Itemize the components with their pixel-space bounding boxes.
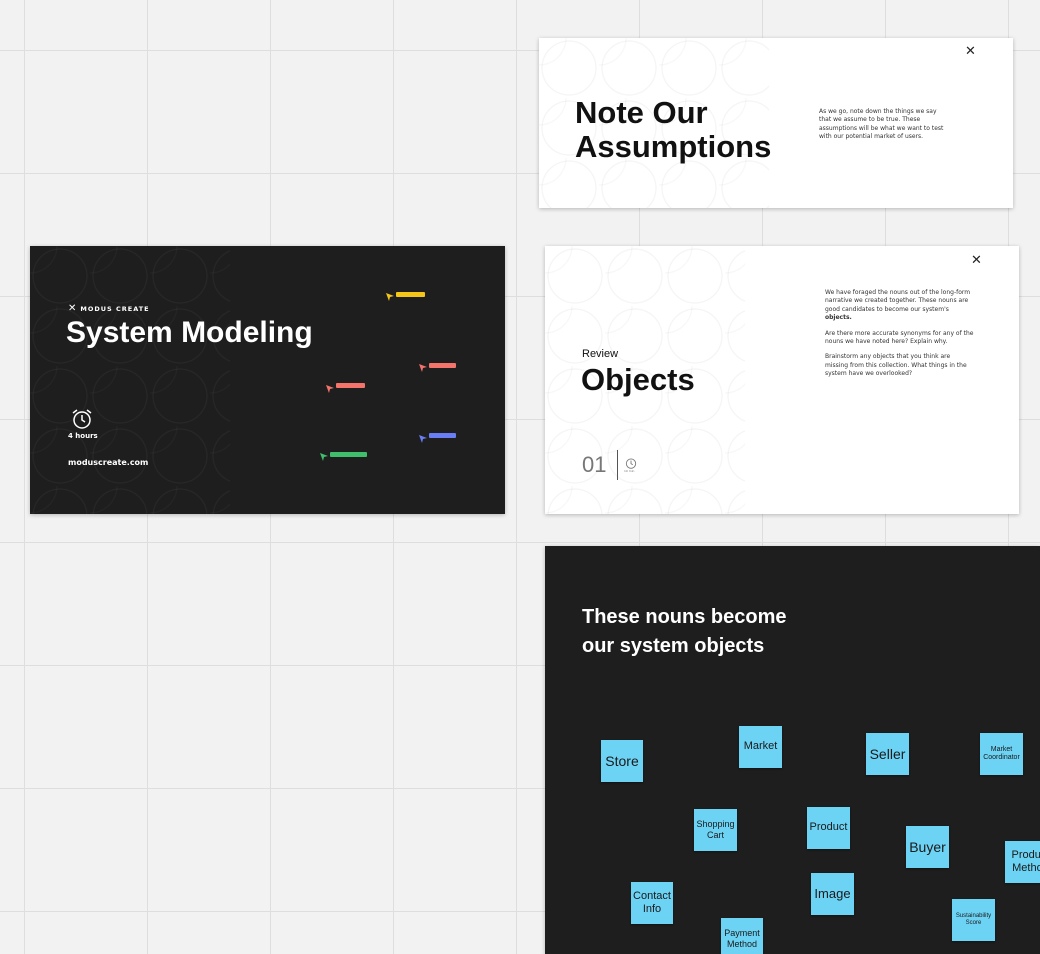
body-line: assumptions will be what we want to test xyxy=(819,124,944,132)
timer-label: 10 min xyxy=(624,469,635,473)
collaborator-name-tag xyxy=(336,383,365,388)
section-number: 01 xyxy=(582,452,607,477)
sticky-note-store[interactable]: Store xyxy=(601,740,643,782)
body-line: missing from this collection. What thing… xyxy=(825,361,967,369)
slide-title-line: our system objects xyxy=(582,635,765,657)
collaborator-cursor xyxy=(419,428,427,447)
collaborator-name-tag xyxy=(396,292,425,297)
slide-body-text: We have foraged the nouns out of the lon… xyxy=(825,289,985,379)
slide-kicker: Review xyxy=(582,348,619,360)
slide-system-modeling[interactable]: ✕ MODUS CREATE System Modeling 4 hours m… xyxy=(30,246,505,514)
website-url: moduscreate.com xyxy=(68,458,149,467)
collaborator-name-tag xyxy=(429,433,456,438)
slide-title-line: Note Our xyxy=(575,95,708,130)
sticky-note-market[interactable]: Market xyxy=(739,726,782,768)
sticky-note-shopping-cart[interactable]: Shopping Cart xyxy=(694,809,737,851)
divider xyxy=(617,450,618,480)
body-line: We have foraged the nouns out of the lon… xyxy=(825,289,971,296)
body-line: nouns we have noted here? Explain why. xyxy=(825,337,948,345)
body-line: with our potential market of users. xyxy=(819,133,924,141)
slide-title: System Modeling xyxy=(66,316,313,349)
collaborator-name-tag xyxy=(429,363,456,368)
brand-name: MODUS CREATE xyxy=(80,304,150,313)
body-line: As we go, note down the things we say xyxy=(819,108,937,115)
slide-title: Note Our Assumptions xyxy=(575,95,772,165)
slide-body-text: As we go, note down the things we say th… xyxy=(819,108,969,142)
body-line: good candidates to become our system's xyxy=(825,305,949,313)
sticky-note-market-coordinator[interactable]: Market Coordinator xyxy=(980,733,1023,775)
body-line-bold: objects. xyxy=(825,314,852,322)
brand-header: ✕ MODUS CREATE xyxy=(68,303,150,314)
body-line: that we assume to be true. These xyxy=(819,116,921,124)
slide-title: These nouns become our system objects xyxy=(582,603,787,661)
collaborator-cursor xyxy=(320,446,328,465)
slide-title: Objects xyxy=(581,362,695,397)
sticky-note-product-method[interactable]: Product Method xyxy=(1005,841,1040,883)
modus-logo-icon: ✕ xyxy=(68,303,77,314)
collaborator-cursor xyxy=(419,357,427,376)
modus-logo-icon: ✕ xyxy=(965,44,976,59)
alarm-clock-icon xyxy=(70,408,94,434)
sticky-note-contact-info[interactable]: Contact Info xyxy=(631,882,673,924)
sticky-note-image[interactable]: Image xyxy=(811,873,854,915)
body-line: Are there more accurate synonyms for any… xyxy=(825,329,974,337)
sticky-note-payment-method[interactable]: Payment Method xyxy=(721,918,763,954)
body-line: Brainstorm any objects that you think ar… xyxy=(825,353,951,361)
slide-title-line: These nouns become xyxy=(582,606,787,628)
collaborator-cursor xyxy=(326,378,334,397)
slide-note-our-assumptions[interactable]: ✕ Note Our Assumptions As we go, note do… xyxy=(539,38,1013,208)
slide-review-objects[interactable]: ✕ Review Objects 01 10 min We have forag… xyxy=(545,246,1019,514)
slide-background-pattern xyxy=(30,246,230,514)
slide-title-line: Assumptions xyxy=(575,129,772,165)
modus-logo-icon: ✕ xyxy=(971,253,982,268)
sticky-note-seller[interactable]: Seller xyxy=(866,733,909,775)
body-line: system have we overlooked? xyxy=(825,370,913,378)
body-line: narrative we created together. These nou… xyxy=(825,297,969,305)
sticky-note-buyer[interactable]: Buyer xyxy=(906,826,949,868)
sticky-note-sustainability-score[interactable]: Sustainability Score xyxy=(952,899,995,941)
duration-label: 4 hours xyxy=(68,432,98,440)
collaborator-name-tag xyxy=(330,452,367,457)
sticky-note-product[interactable]: Product xyxy=(807,807,850,849)
slide-system-objects[interactable]: These nouns become our system objects St… xyxy=(545,546,1040,954)
collaborator-cursor xyxy=(386,286,394,305)
